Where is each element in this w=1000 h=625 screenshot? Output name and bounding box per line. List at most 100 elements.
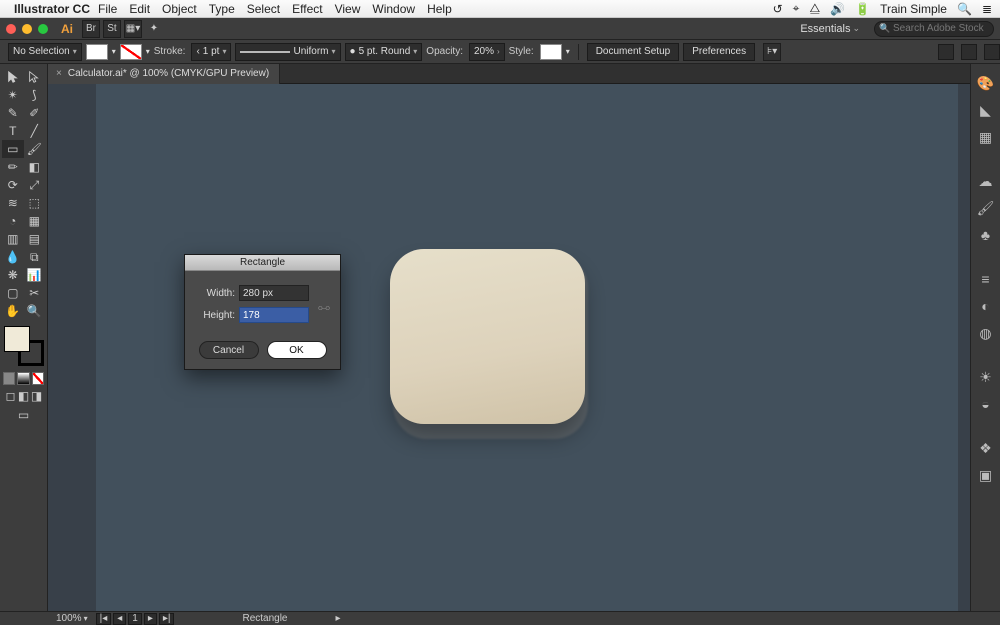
perspective-tool[interactable]: ▦ [24, 212, 46, 230]
search-stock-input[interactable]: Search Adobe Stock [874, 21, 994, 37]
color-guide-panel-icon[interactable]: ◣ [974, 98, 998, 122]
fullscreen-window-button[interactable] [38, 24, 48, 34]
style-dropdown-icon[interactable]: ▾ [566, 47, 570, 56]
graphic-style-swatch[interactable] [540, 44, 562, 60]
preferences-button[interactable]: Preferences [683, 43, 755, 61]
rectangle-tool[interactable]: ▭ [2, 140, 24, 158]
wifi-icon[interactable]: ⧋ [809, 1, 820, 16]
stroke-panel-icon[interactable]: ≡ [974, 267, 998, 291]
curvature-tool[interactable]: ✐ [24, 104, 46, 122]
graph-tool[interactable]: 📊 [24, 266, 46, 284]
menu-extras-icon[interactable]: ≣ [982, 2, 992, 16]
stroke-profile-dropdown[interactable]: Uniform▾ [235, 43, 340, 61]
menu-window[interactable]: Window [372, 2, 415, 16]
menu-object[interactable]: Object [162, 2, 197, 16]
artwork-rounded-rect[interactable] [390, 249, 585, 424]
eraser-tool[interactable]: ◧ [24, 158, 46, 176]
shape-builder-tool[interactable]: ◔ [2, 212, 24, 230]
bluetooth-icon[interactable]: ⌖ [793, 1, 800, 16]
gpu-preview-button[interactable]: ✦ [145, 20, 163, 38]
battery-icon[interactable]: 🔋 [855, 2, 870, 16]
bridge-button[interactable]: Br [82, 20, 100, 38]
type-tool[interactable]: T [2, 122, 24, 140]
sync-icon[interactable]: ↺ [773, 2, 783, 16]
symbols-panel-icon[interactable]: ♣ [974, 223, 998, 247]
paintbrush-tool[interactable]: 🖌 [24, 140, 46, 158]
stock-button[interactable]: St [103, 20, 121, 38]
gradient-tool[interactable]: ▤ [24, 230, 46, 248]
stroke-dropdown-icon[interactable]: ▾ [146, 47, 150, 56]
line-tool[interactable]: ╱ [24, 122, 46, 140]
artboard-tool[interactable]: ▢ [2, 284, 24, 302]
minimize-window-button[interactable] [22, 24, 32, 34]
artboard-number[interactable]: 1 [128, 613, 142, 625]
height-input[interactable] [239, 307, 309, 323]
ok-button[interactable]: OK [267, 341, 327, 359]
align-panel-button[interactable] [961, 44, 977, 60]
close-tab-icon[interactable]: × [56, 68, 62, 79]
zoom-tool[interactable]: 🔍 [24, 302, 46, 320]
fill-stroke-control[interactable] [4, 326, 44, 366]
libraries-panel-icon[interactable]: ☁ [974, 169, 998, 193]
draw-behind-button[interactable]: ◧ [17, 389, 30, 402]
fill-color-icon[interactable] [4, 326, 30, 352]
opacity-input[interactable]: 20%› [469, 43, 505, 61]
zoom-level[interactable]: 100%▾ [56, 613, 88, 624]
color-panel-icon[interactable]: 🎨 [974, 71, 998, 95]
close-window-button[interactable] [6, 24, 16, 34]
constrain-proportions-icon[interactable]: ⧟ [318, 300, 330, 315]
stroke-weight-input[interactable]: ‹1 pt▾ [191, 43, 231, 61]
fill-dropdown-icon[interactable]: ▾ [112, 47, 116, 56]
menu-effect[interactable]: Effect [292, 2, 322, 16]
pencil-tool[interactable]: ✏ [2, 158, 24, 176]
magic-wand-tool[interactable]: ✴ [2, 86, 24, 104]
shape-panel-button[interactable] [984, 44, 1000, 60]
pen-tool[interactable]: ✎ [2, 104, 24, 122]
status-menu-icon[interactable]: ▸ [336, 613, 341, 624]
swatches-panel-icon[interactable]: ▦ [974, 125, 998, 149]
layers-panel-icon[interactable]: ❖ [974, 436, 998, 460]
transform-panel-button[interactable] [938, 44, 954, 60]
stroke-swatch[interactable] [120, 44, 142, 60]
fill-swatch[interactable] [86, 44, 108, 60]
scale-tool[interactable]: ⤢ [24, 176, 46, 194]
brush-definition-dropdown[interactable]: ●5 pt. Round▾ [345, 43, 423, 61]
slice-tool[interactable]: ✂ [24, 284, 46, 302]
screen-mode-button[interactable]: ▭ [13, 406, 35, 424]
volume-icon[interactable]: 🔊 [830, 2, 845, 16]
chevron-down-icon[interactable]: ⌄ [852, 23, 860, 34]
width-tool[interactable]: ≋ [2, 194, 24, 212]
menu-file[interactable]: File [98, 2, 117, 16]
color-mode-button[interactable] [3, 372, 15, 385]
first-artboard-button[interactable]: |◂ [96, 613, 112, 625]
gradient-panel-icon[interactable]: ◐ [974, 294, 998, 318]
mesh-tool[interactable]: ▥ [2, 230, 24, 248]
gradient-mode-button[interactable] [17, 372, 29, 385]
hand-tool[interactable]: ✋ [2, 302, 24, 320]
transparency-panel-icon[interactable]: ◍ [974, 321, 998, 345]
draw-inside-button[interactable]: ◨ [30, 389, 43, 402]
spotlight-icon[interactable]: 🔍 [957, 2, 972, 16]
cancel-button[interactable]: Cancel [199, 341, 259, 359]
user-menu[interactable]: Train Simple [880, 2, 947, 16]
width-input[interactable] [239, 285, 309, 301]
document-setup-button[interactable]: Document Setup [587, 43, 680, 61]
eyedropper-tool[interactable]: 💧 [2, 248, 24, 266]
blend-tool[interactable]: ⧉ [24, 248, 46, 266]
app-menu[interactable]: Illustrator CC [14, 2, 90, 16]
align-options-button[interactable]: ⊧▾ [763, 43, 781, 61]
free-transform-tool[interactable]: ⬚ [24, 194, 46, 212]
brushes-panel-icon[interactable]: 🖌 [974, 196, 998, 220]
prev-artboard-button[interactable]: ◂ [113, 613, 126, 625]
menu-type[interactable]: Type [209, 2, 235, 16]
menu-select[interactable]: Select [247, 2, 280, 16]
artboards-panel-icon[interactable]: ▣ [974, 463, 998, 487]
graphic-styles-panel-icon[interactable]: ◒ [974, 392, 998, 416]
none-mode-button[interactable] [32, 372, 44, 385]
rotate-tool[interactable]: ⟳ [2, 176, 24, 194]
lasso-tool[interactable]: ⟆ [24, 86, 46, 104]
next-artboard-button[interactable]: ▸ [144, 613, 157, 625]
document-tab[interactable]: × Calculator.ai* @ 100% (CMYK/GPU Previe… [48, 64, 280, 84]
arrange-documents-button[interactable]: ▦▾ [124, 20, 142, 38]
selection-tool[interactable] [2, 68, 24, 86]
